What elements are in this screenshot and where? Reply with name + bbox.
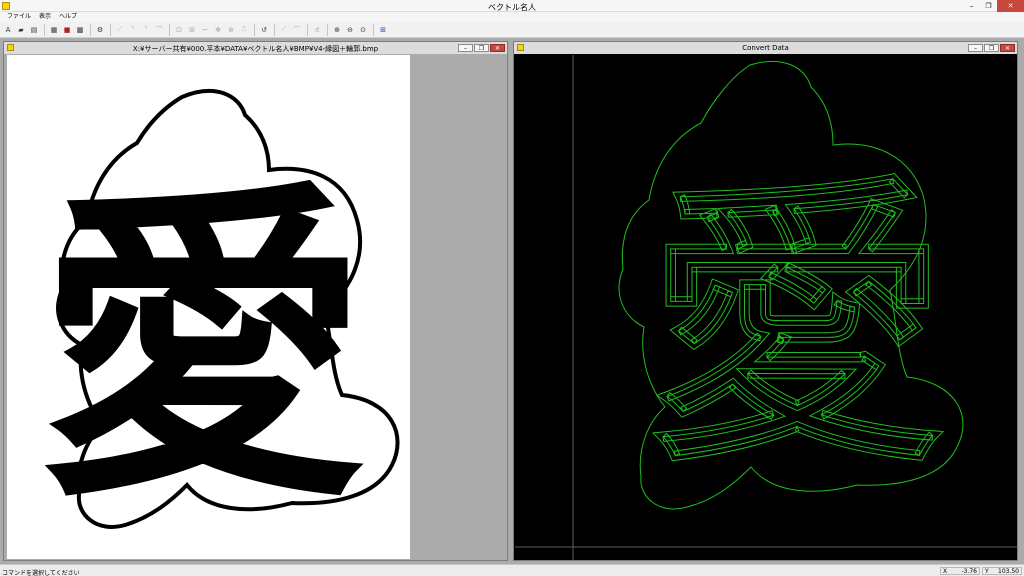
toolbar-separator	[44, 23, 45, 36]
menu-bar: ファイル 表示 ヘルプ	[0, 12, 1024, 22]
curve-tool-icon[interactable]: ⌒	[153, 24, 165, 36]
bitmap-window-title: X:¥サーバー共有¥000.平本¥DATA¥ベクトル名人¥BMP¥V4-縁図＋輪…	[132, 45, 379, 53]
minimize-button[interactable]: –	[458, 44, 473, 52]
toolbar-separator	[307, 23, 308, 36]
open-icon[interactable]: ▰	[15, 24, 27, 36]
bitmap-glyph-image: 愛	[38, 88, 400, 541]
y-value: 103.50	[998, 568, 1019, 575]
toolbar-separator	[110, 23, 111, 36]
x-label: X	[943, 568, 948, 575]
toolbar: A ▰ ▤ ▦ ■ ▩ ⚙ ⟋ ⌝ ⌝ ⌒ ⊡ ⊞ ⌐ ✥ ⊕ ⎍ ↺ ⟋ ⌒ …	[0, 22, 1024, 38]
toolbar-separator	[254, 23, 255, 36]
close-button[interactable]: ✕	[1000, 44, 1015, 52]
vector-outline-image: 愛	[515, 55, 1017, 560]
y-label: Y	[985, 568, 989, 575]
title-bar: ベクトル名人 – ❐ ✕	[0, 0, 1024, 12]
convert-icon[interactable]: ⊞	[377, 24, 389, 36]
toolbar-separator	[90, 23, 91, 36]
convert-data-window[interactable]: Convert Data – ❐ ✕ 愛	[513, 41, 1018, 561]
edit-node-icon[interactable]: ⊞	[186, 24, 198, 36]
convert-data-window-controls: – ❐ ✕	[967, 44, 1015, 52]
x-value: -3.76	[961, 568, 977, 575]
toolbar-separator	[373, 23, 374, 36]
convert-data-window-title: Convert Data	[742, 44, 789, 52]
bitmap-window-titlebar: X:¥サーバー共有¥000.平本¥DATA¥ベクトル名人¥BMP¥V4-縁図＋輪…	[4, 42, 507, 54]
print-icon[interactable]: ▤	[28, 24, 40, 36]
line-tool-icon[interactable]: ⟋	[278, 24, 290, 36]
toolbar-separator	[274, 23, 275, 36]
status-message: コマンドを選択してください	[2, 570, 80, 576]
corner-tool-icon[interactable]: ⌝	[140, 24, 152, 36]
menu-view[interactable]: 表示	[35, 12, 55, 22]
zoom-in-icon[interactable]: ⊕	[331, 24, 343, 36]
convert-data-window-titlebar: Convert Data – ❐ ✕	[514, 42, 1017, 54]
y-coordinate: Y 103.50	[982, 567, 1022, 575]
restore-button[interactable]: ❐	[474, 44, 489, 52]
minimize-button[interactable]: –	[968, 44, 983, 52]
bitmap-window-controls: – ❐ ✕	[457, 44, 505, 52]
coordinate-readout: X -3.76 Y 103.50	[938, 567, 1022, 575]
fit-icon[interactable]: ⊙	[357, 24, 369, 36]
rotate-icon[interactable]: ⎍	[238, 24, 250, 36]
restore-button[interactable]: ❐	[984, 44, 999, 52]
close-button[interactable]: ✕	[490, 44, 505, 52]
settings-icon[interactable]: ⚙	[94, 24, 106, 36]
curve-tool-icon[interactable]: ⌒	[291, 24, 303, 36]
toolbar-separator	[169, 23, 170, 36]
menu-file[interactable]: ファイル	[3, 12, 35, 22]
bitmap-canvas[interactable]: 愛	[7, 55, 410, 559]
status-bar: コマンドを選択してください X -3.76 Y 103.50	[0, 564, 1024, 576]
close-button[interactable]: ✕	[997, 0, 1024, 12]
corner-tool-icon[interactable]: ⌝	[127, 24, 139, 36]
undo-icon[interactable]: ↺	[258, 24, 270, 36]
hand-icon[interactable]: ☝	[311, 24, 323, 36]
new-icon[interactable]: A	[2, 24, 14, 36]
minimize-button[interactable]: –	[963, 0, 980, 12]
line-tool-icon[interactable]: ⟋	[114, 24, 126, 36]
bitmap-window[interactable]: X:¥サーバー共有¥000.平本¥DATA¥ベクトル名人¥BMP¥V4-縁図＋輪…	[3, 41, 508, 561]
window-controls: – ❐ ✕	[963, 0, 1024, 12]
view-image-icon[interactable]: ▦	[48, 24, 60, 36]
restore-button[interactable]: ❐	[980, 0, 997, 12]
anchor-icon[interactable]: ⊕	[225, 24, 237, 36]
vector-canvas[interactable]: 愛	[515, 55, 1017, 560]
svg-text:愛: 愛	[38, 153, 368, 541]
zoom-out-icon[interactable]: ⊖	[344, 24, 356, 36]
menu-help[interactable]: ヘルプ	[55, 12, 81, 22]
move-icon[interactable]: ✥	[212, 24, 224, 36]
svg-text:愛: 愛	[647, 149, 947, 502]
view-vector-icon[interactable]: ■	[61, 24, 73, 36]
x-coordinate: X -3.76	[940, 567, 980, 575]
bezier-icon[interactable]: ⌐	[199, 24, 211, 36]
edit-node-icon[interactable]: ⊡	[173, 24, 185, 36]
bitmap-icon[interactable]: ▩	[74, 24, 86, 36]
toolbar-separator	[327, 23, 328, 36]
